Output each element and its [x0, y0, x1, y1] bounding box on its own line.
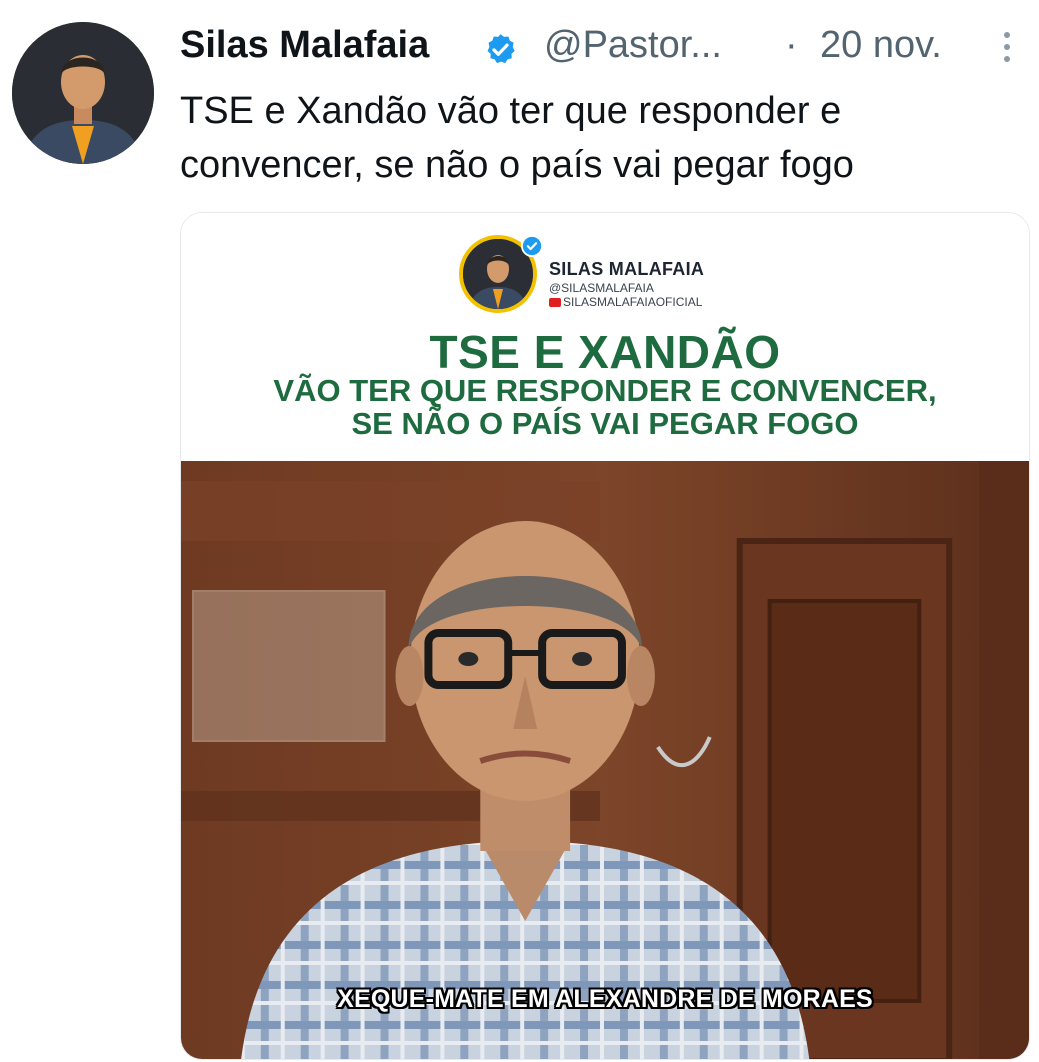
tweet-text-line: convencer, se não o país vai pegar fogo	[180, 144, 854, 186]
video-caption: XEQUE-MATE EM ALEXANDRE DE MORAES	[337, 985, 873, 1013]
video-headline-line3: SE NÃO O PAÍS VAI PEGAR FOGO	[351, 406, 859, 441]
youtube-icon	[549, 298, 561, 307]
channel-handle: @SILASMALAFAIA	[549, 281, 654, 295]
video-frame[interactable]	[181, 461, 1029, 1059]
tweet-media-video[interactable]: SILAS MALAFAIA @SILASMALAFAIA SILASMALAF…	[180, 212, 1030, 1060]
channel-name: SILAS MALAFAIA	[549, 259, 705, 279]
author-handle[interactable]: @Pastor...	[544, 24, 722, 67]
tweet-date[interactable]: 20 nov.	[820, 24, 942, 67]
channel-verified-icon	[521, 235, 543, 257]
video-banner: SILAS MALAFAIA @SILASMALAFAIA SILASMALAF…	[181, 213, 1029, 461]
video-headline-line2: VÃO TER QUE RESPONDER E CONVENCER,	[273, 373, 937, 408]
more-options-icon[interactable]	[992, 27, 1022, 67]
verified-badge-icon	[483, 32, 518, 67]
author-name[interactable]: Silas Malafaia	[180, 24, 429, 67]
video-headline-main: TSE E XANDÃO	[429, 326, 781, 378]
author-avatar[interactable]	[12, 22, 154, 164]
tweet-text-line: TSE e Xandão vão ter que responder e	[180, 90, 842, 132]
header-separator: ·	[785, 24, 798, 66]
channel-youtube: SILASMALAFAIAOFICIAL	[549, 295, 702, 309]
tweet-header: Silas Malafaia @Pastor... · 20 nov.	[180, 24, 1030, 74]
tweet-text: TSE e Xandão vão ter que responder e con…	[180, 84, 1020, 192]
channel-youtube-name: SILASMALAFAIAOFICIAL	[563, 295, 703, 309]
